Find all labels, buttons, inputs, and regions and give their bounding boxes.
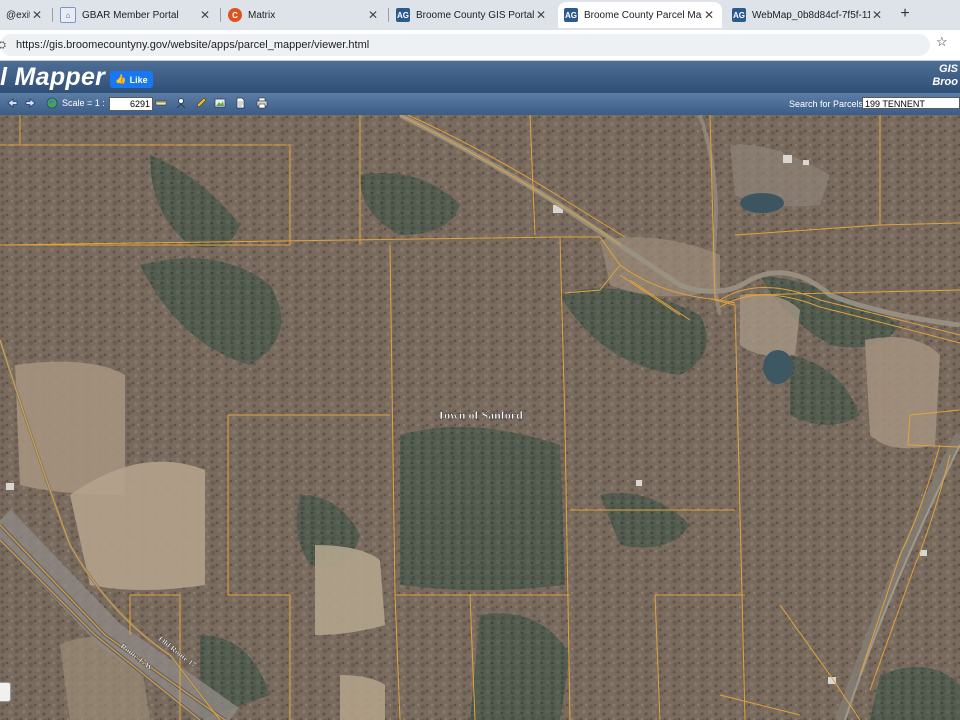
app-header: l Mapper 👍 Like GIS Broo xyxy=(0,61,960,93)
scale-label: Scale = 1 : xyxy=(62,98,105,108)
close-tab-icon[interactable]: ✕ xyxy=(30,8,44,22)
tab-label: Matrix xyxy=(248,9,276,21)
url-text[interactable]: https://gis.broomecountyny.gov/website/a… xyxy=(16,39,369,51)
map-panel-toggle[interactable] xyxy=(0,682,11,702)
tab-webmap[interactable]: AG WebMap_0b8d84cf-7f5f-11f0- ✕ xyxy=(726,2,890,28)
bookmark-star-icon[interactable]: ☆ xyxy=(936,34,948,50)
like-label: Like xyxy=(129,74,148,85)
tab-broome-county-parcel-mapper[interactable]: AG Broome County Parcel Mapper ✕ xyxy=(558,2,722,28)
tab-label: Broome County Parcel Mapper xyxy=(584,9,702,21)
new-tab-icon[interactable]: + xyxy=(896,5,914,23)
close-tab-icon[interactable]: ✕ xyxy=(198,8,212,22)
browser-tab-strip: @exitr ✕ ⌂ GBAR Member Portal ✕ C Matrix… xyxy=(0,0,960,30)
search-parcels-input[interactable]: 199 TENNENT xyxy=(862,97,960,109)
map-view[interactable]: Town of Sanford Route 17W Old Route 17 xyxy=(0,115,960,720)
tab-divider xyxy=(220,8,221,22)
app-title: l Mapper xyxy=(0,63,106,91)
address-bar-row: ⛭ https://gis.broomecountyny.gov/website… xyxy=(0,30,960,61)
tab-divider xyxy=(388,8,389,22)
tab-label: GBAR Member Portal xyxy=(82,9,179,21)
measure-icon[interactable] xyxy=(155,97,167,109)
arcgis-icon: AG xyxy=(564,8,578,22)
close-tab-icon[interactable]: ✕ xyxy=(702,8,716,22)
search-parcels-label: Search for Parcels xyxy=(789,99,864,109)
arcgis-icon: AG xyxy=(732,8,746,22)
globe-icon[interactable] xyxy=(46,97,58,109)
address-bar[interactable]: ⛭ https://gis.broomecountyny.gov/website… xyxy=(0,34,930,56)
tab-label: @exitr xyxy=(6,9,30,21)
town-label: Town of Sanford xyxy=(437,408,523,422)
facebook-like-button[interactable]: 👍 Like xyxy=(110,71,153,88)
back-arrow-icon[interactable] xyxy=(6,97,18,109)
draw-pencil-icon[interactable] xyxy=(195,97,207,109)
tab-exitr[interactable]: @exitr ✕ xyxy=(0,2,50,28)
tab-matrix[interactable]: C Matrix ✕ xyxy=(222,2,386,28)
site-info-icon[interactable]: ⛭ xyxy=(0,40,8,51)
close-tab-icon[interactable]: ✕ xyxy=(534,8,548,22)
tab-label: WebMap_0b8d84cf-7f5f-11f0- xyxy=(752,9,870,21)
identify-tool-icon[interactable] xyxy=(175,97,187,109)
portal-icon: ⌂ xyxy=(60,7,76,23)
close-tab-icon[interactable]: ✕ xyxy=(366,8,380,22)
tab-gbar-member-portal[interactable]: ⌂ GBAR Member Portal ✕ xyxy=(54,2,218,28)
brand-logo: GIS Broo xyxy=(932,63,958,89)
brand-line-2: Broo xyxy=(932,76,958,88)
map-export-icon[interactable] xyxy=(214,97,226,109)
close-tab-icon[interactable]: ✕ xyxy=(870,8,884,22)
matrix-icon: C xyxy=(228,8,242,22)
brand-line-1: GIS xyxy=(939,63,958,75)
aerial-map-canvas[interactable]: Town of Sanford Route 17W Old Route 17 xyxy=(0,115,960,720)
tab-broome-county-gis-portal[interactable]: AG Broome County GIS Portal ✕ xyxy=(390,2,554,28)
thumbs-up-icon: 👍 xyxy=(115,74,127,84)
tab-label: Broome County GIS Portal xyxy=(416,9,534,21)
forward-arrow-icon[interactable] xyxy=(25,97,37,109)
document-icon[interactable] xyxy=(234,97,246,109)
tab-divider xyxy=(52,8,53,22)
map-toolbar: Scale = 1 : 6291 Search for Parcels 199 … xyxy=(0,93,960,115)
print-icon[interactable] xyxy=(256,97,268,109)
scale-input[interactable]: 6291 xyxy=(109,97,153,111)
arcgis-icon: AG xyxy=(396,8,410,22)
